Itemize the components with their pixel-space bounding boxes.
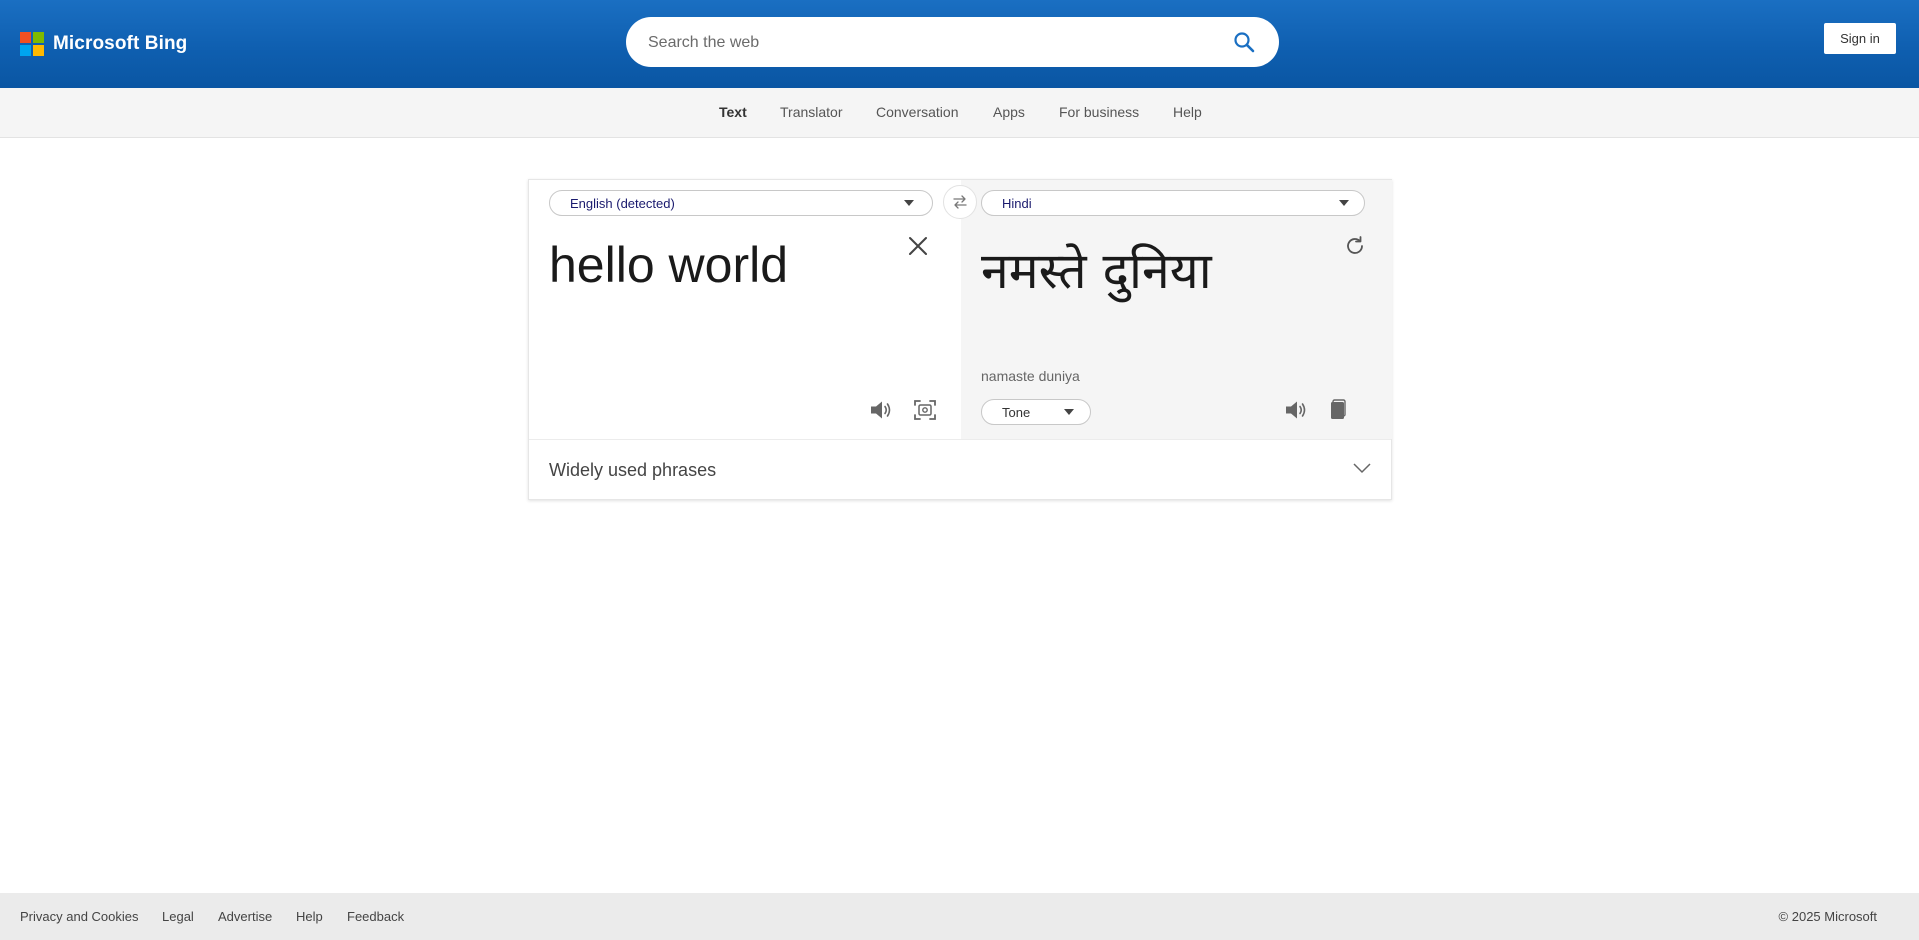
nav-tab-conversation[interactable]: Conversation bbox=[876, 104, 959, 120]
bing-brand[interactable]: Microsoft Bing bbox=[20, 32, 187, 56]
sign-in-button[interactable]: Sign in bbox=[1824, 23, 1896, 54]
transliteration: namaste duniya bbox=[981, 368, 1080, 384]
footer-link-help[interactable]: Help bbox=[296, 909, 323, 924]
footer-link-feedback[interactable]: Feedback bbox=[347, 909, 404, 924]
footer-link-advertise[interactable]: Advertise bbox=[218, 909, 272, 924]
microsoft-logo-icon bbox=[20, 32, 44, 56]
source-language-label: English (detected) bbox=[570, 196, 675, 211]
search-input[interactable] bbox=[646, 17, 1210, 69]
translator-nav: Text Translator Conversation Apps For bu… bbox=[0, 88, 1919, 138]
target-panel: Hindi नमस्ते दुनिया namaste duniya Tone bbox=[961, 180, 1392, 439]
source-text-input[interactable]: hello world bbox=[549, 240, 909, 290]
chevron-down-icon bbox=[1339, 200, 1349, 206]
tone-label: Tone bbox=[1002, 405, 1031, 420]
search-box bbox=[626, 17, 1279, 69]
swap-languages-button[interactable] bbox=[943, 185, 977, 219]
target-language-label: Hindi bbox=[1002, 196, 1032, 211]
nav-tab-translator[interactable]: Translator bbox=[780, 104, 843, 120]
refresh-icon[interactable] bbox=[1343, 234, 1367, 258]
close-icon[interactable] bbox=[906, 234, 930, 258]
chevron-down-icon bbox=[904, 200, 914, 206]
nav-tab-for-business[interactable]: For business bbox=[1059, 104, 1139, 120]
nav-tab-apps[interactable]: Apps bbox=[993, 104, 1025, 120]
brand-name: Microsoft Bing bbox=[53, 33, 188, 54]
translated-text: नमस्ते दुनिया bbox=[981, 242, 1212, 300]
camera-scan-icon[interactable] bbox=[912, 397, 938, 423]
footer-link-privacy[interactable]: Privacy and Cookies bbox=[20, 909, 139, 924]
tone-select[interactable]: Tone bbox=[981, 399, 1091, 425]
page-footer: Privacy and Cookies Legal Advertise Help… bbox=[0, 893, 1919, 940]
chevron-down-icon bbox=[1064, 409, 1074, 415]
search-icon[interactable] bbox=[1232, 30, 1256, 54]
top-header: Microsoft Bing Sign in bbox=[0, 0, 1919, 88]
source-language-select[interactable]: English (detected) bbox=[549, 190, 933, 216]
phrases-label: Widely used phrases bbox=[549, 460, 717, 480]
copyright: © 2025 Microsoft bbox=[1778, 909, 1877, 924]
widely-used-phrases[interactable]: Widely used phrases bbox=[529, 439, 1391, 499]
copy-icon[interactable] bbox=[1325, 397, 1351, 423]
swap-arrows-icon bbox=[953, 195, 967, 209]
nav-tab-help[interactable]: Help bbox=[1173, 104, 1202, 120]
speaker-icon[interactable] bbox=[868, 397, 894, 423]
chevron-down-icon bbox=[1353, 463, 1371, 474]
footer-link-legal[interactable]: Legal bbox=[162, 909, 194, 924]
nav-tab-text[interactable]: Text bbox=[719, 104, 747, 120]
translator-card: Hindi नमस्ते दुनिया namaste duniya Tone … bbox=[528, 179, 1392, 500]
speaker-icon[interactable] bbox=[1283, 397, 1309, 423]
target-language-select[interactable]: Hindi bbox=[981, 190, 1365, 216]
